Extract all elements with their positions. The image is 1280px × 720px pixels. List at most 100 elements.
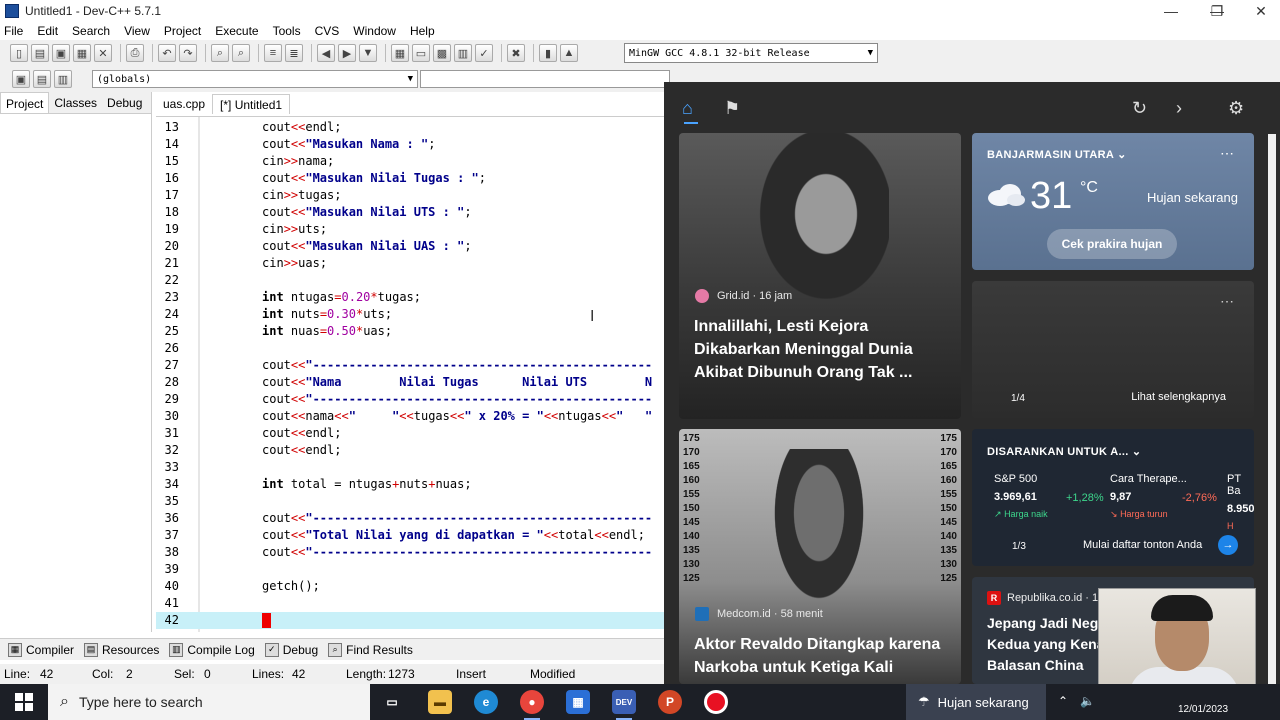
code-line[interactable]: 17 cin>>tugas; [156,187,664,204]
code-line[interactable]: 16 cout<<"Masukan Nilai Tugas : "; [156,170,664,187]
code-line[interactable]: 36 cout<<"-------------------------------… [156,510,664,527]
code-line[interactable]: 42 [156,612,664,629]
code-line[interactable]: 35 [156,493,664,510]
menu-help[interactable]: Help [410,24,435,38]
edge-icon[interactable]: e [474,690,498,714]
menu-tools[interactable]: Tools [273,24,301,38]
profile-icon[interactable]: ▮ [539,44,557,62]
menu-window[interactable]: Window [353,24,396,38]
maximize-button[interactable]: ❐ [1194,0,1240,22]
tab-compile-log[interactable]: ▥ Compile Log [169,642,255,657]
tab-project[interactable]: Project [0,92,50,113]
tab-untitled1[interactable]: [*] Untitled1 [212,94,291,114]
redo-icon[interactable]: ↷ [179,44,197,62]
stock-item[interactable]: S&P 500 3.969,61 +1,28% ↗ Harga naik [994,473,1104,520]
rebuild-icon[interactable]: ▥ [454,44,472,62]
open-file-icon[interactable]: ▤ [31,44,49,62]
gear-icon[interactable]: ⚙ [1228,98,1244,119]
code-line[interactable]: 21 cin>>uas; [156,255,664,272]
goto-back-icon[interactable]: ◀ [317,44,335,62]
menu-edit[interactable]: Edit [37,24,58,38]
code-line[interactable]: 38 cout<<"-------------------------------… [156,544,664,561]
code-line[interactable]: 20 cout<<"Masukan Nilai UAS : "; [156,238,664,255]
code-line[interactable]: 34 int total = ntugas+nuts+nuas; [156,476,664,493]
stock-item[interactable]: PT Ba 8.950 H [1227,473,1254,531]
tab-classes[interactable]: Classes [49,92,102,113]
chevron-down-icon[interactable]: ⌄ [1117,149,1127,161]
code-line[interactable]: 41 [156,595,664,612]
run-icon[interactable]: ▭ [412,44,430,62]
find-icon[interactable]: ⌕ [211,44,229,62]
task-view-icon[interactable]: ▭ [380,690,404,714]
start-button[interactable] [0,684,48,720]
tab-find-results[interactable]: ⌕ Find Results [328,642,413,657]
tab-resources[interactable]: ▤ Resources [84,642,159,657]
undo-icon[interactable]: ↶ [158,44,176,62]
watchlist-card[interactable]: DISARANKAN UNTUK A... ⌄ S&P 500 3.969,61… [972,429,1254,566]
code-line[interactable]: 27 cout<<"-------------------------------… [156,357,664,374]
close-file-icon[interactable]: ✕ [94,44,112,62]
stop-execution-icon[interactable]: ✖ [507,44,525,62]
rain-forecast-button[interactable]: Cek prakira hujan [1047,229,1177,259]
new-file-icon[interactable]: ▯ [10,44,28,62]
code-line[interactable]: 22 [156,272,664,289]
print-icon[interactable]: ⎙ [126,44,144,62]
taskbar-weather[interactable]: ☂ Hujan sekarang [906,684,1046,720]
code-line[interactable]: 39 [156,561,664,578]
chevron-down-icon[interactable]: ⌄ [1132,446,1142,458]
compile-run-icon[interactable]: ▩ [433,44,451,62]
weather-card[interactable]: BANJARMASIN UTARA ⌄ ⋯ 31 °C Hujan sekara… [972,133,1254,270]
code-line[interactable]: 31 cout<<endl; [156,425,664,442]
menu-file[interactable]: File [4,24,23,38]
close-button[interactable]: ✕ [1238,0,1280,22]
insert-icon[interactable]: ▣ [12,70,30,88]
tab-uas-cpp[interactable]: uas.cpp [156,94,212,114]
code-line[interactable]: 23 int ntugas=0.20*tugas; [156,289,664,306]
code-line[interactable]: 29 cout<<"-------------------------------… [156,391,664,408]
more-options-icon[interactable]: ⋯ [1220,145,1234,162]
code-line[interactable]: 30 cout<<nama<<" "<<tugas<<" x 20% = "<<n… [156,408,664,425]
refresh-icon[interactable]: ↻ [1132,98,1147,119]
tab-debug[interactable]: Debug [102,92,147,113]
save-all-icon[interactable]: ▦ [73,44,91,62]
save-icon[interactable]: ▣ [52,44,70,62]
tab-debug-bottom[interactable]: ✓ Debug [264,642,318,657]
more-options-icon[interactable]: ⋯ [1220,293,1234,310]
news-card-lesti[interactable]: Grid.id · 16 jam Innalillahi, Lesti Kejo… [679,133,961,419]
menu-project[interactable]: Project [164,24,201,38]
stock-item[interactable]: Cara Therape... 9,87 -2,76% ↘ Harga turu… [1110,473,1220,520]
delete-profile-icon[interactable]: ▲ [560,44,578,62]
scope-select[interactable]: (globals) ▼ [92,70,418,88]
goto-icon[interactable]: ▥ [54,70,72,88]
powerpoint-icon[interactable]: P [658,690,682,714]
syntax-check-icon[interactable]: ✓ [475,44,493,62]
menu-cvs[interactable]: CVS [315,24,340,38]
function-select[interactable] [420,70,670,88]
taskbar-search[interactable]: ⌕ Type here to search [48,684,370,720]
slideshow-card[interactable]: ⋯ 1/4 Lihat selengkapnya [972,281,1254,418]
code-line[interactable]: 37 cout<<"Total Nilai yang di dapatkan = … [156,527,664,544]
home-icon[interactable]: ⌂ [682,98,693,119]
code-line[interactable]: 25 int nuas=0.50*uas; [156,323,664,340]
code-line[interactable]: 18 cout<<"Masukan Nilai UTS : "; [156,204,664,221]
toggle-bookmark-icon[interactable]: ▼ [359,44,377,62]
indent-icon[interactable]: ≡ [264,44,282,62]
menu-execute[interactable]: Execute [215,24,258,38]
news-scrollbar[interactable] [1268,134,1276,684]
toggle-icon[interactable]: ▤ [33,70,51,88]
code-editor[interactable]: 13 cout<<endl; 14 cout<<"Masukan Nama : "; 1… [156,116,664,632]
code-line[interactable]: 15 cin>>nama; [156,153,664,170]
code-line[interactable]: 33 [156,459,664,476]
see-more-link[interactable]: Lihat selengkapnya [1131,391,1226,403]
compiler-select[interactable]: MinGW GCC 4.8.1 32-bit Release ▼ [624,43,878,63]
arrow-right-icon[interactable]: → [1218,535,1238,555]
code-line[interactable]: 24 int nuts=0.30*uts; [156,306,664,323]
code-line[interactable]: 40 getch(); [156,578,664,595]
speaker-icon[interactable]: 🔈 [1080,694,1095,708]
chrome-icon[interactable]: ● [520,690,544,720]
record-icon[interactable] [704,690,728,714]
code-line[interactable]: 32 cout<<endl; [156,442,664,459]
unindent-icon[interactable]: ≣ [285,44,303,62]
menu-view[interactable]: View [124,24,150,38]
chevron-right-icon[interactable]: › [1176,98,1182,119]
